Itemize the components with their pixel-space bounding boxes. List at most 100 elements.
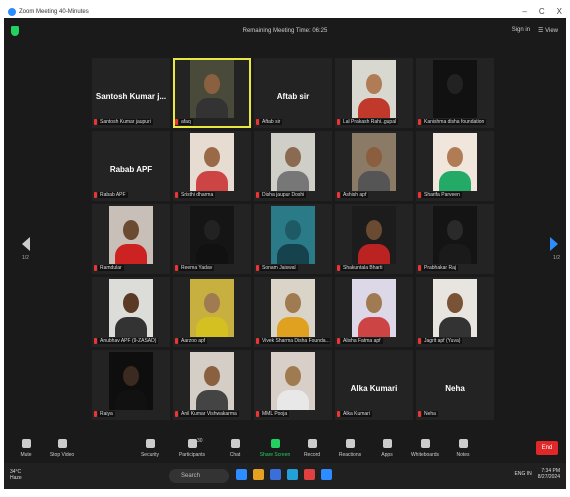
participant-label: Alisha Fatma apf <box>337 337 383 345</box>
participant-tile[interactable]: Sonam Jaiswal <box>254 204 332 274</box>
title-bar: Zoom Meeting 40-Minutes – C X <box>4 5 566 18</box>
participant-tile[interactable]: Alka Kumari Alka Kumari <box>335 350 413 420</box>
participant-tile[interactable]: Neha Neha <box>416 350 494 420</box>
weather-condition: Haze <box>10 475 22 481</box>
search-label: Search <box>181 473 201 479</box>
participant-video <box>352 279 396 337</box>
meeting-top-bar: Remaining Meeting Time: 06:25 Sign in ☰ … <box>4 18 566 44</box>
participant-display-name: Alka Kumari <box>350 384 398 393</box>
participant-tile[interactable]: Rabab APF Rabab APF <box>92 131 170 201</box>
participant-tile[interactable]: Santosh Kumar j... Santosh Kumar jaupuri <box>92 58 170 128</box>
apps-icon <box>382 439 392 448</box>
reactions-button[interactable]: Reactions <box>330 437 370 458</box>
muted-mic-icon <box>256 411 259 417</box>
restore-button[interactable]: C <box>539 7 545 16</box>
muted-mic-icon <box>337 119 340 125</box>
participant-tile[interactable]: Vivek Sharma Disha Founda... <box>254 277 332 347</box>
language-indicator[interactable]: ENG IN <box>515 471 532 477</box>
participant-name: Santosh Kumar jaupuri <box>98 119 153 125</box>
participant-name: Kanishma disha foundation <box>422 119 487 125</box>
store-icon[interactable] <box>270 469 281 480</box>
muted-mic-icon <box>418 265 421 271</box>
participant-tile[interactable]: Anil Kumar Vishwakarma <box>173 350 251 420</box>
muted-mic-icon <box>175 411 178 417</box>
participant-name: Prabhakar Raj <box>422 265 458 271</box>
participant-tile[interactable]: Sristhi dharma <box>173 131 251 201</box>
participant-label: Prabhakar Raj <box>418 264 458 272</box>
person-silhouette <box>358 317 390 337</box>
close-button[interactable]: X <box>557 7 562 16</box>
participant-tile[interactable]: Ashish apf <box>335 131 413 201</box>
next-page-arrow-icon[interactable] <box>550 237 558 251</box>
toolbar-label: Record <box>303 452 321 458</box>
muted-mic-icon <box>175 119 178 125</box>
view-button[interactable]: ☰ View <box>538 27 558 34</box>
apps-button[interactable]: Apps <box>367 437 407 458</box>
participant-name: Sonam Jaiswal <box>260 265 298 271</box>
muted-mic-icon <box>94 119 97 125</box>
participant-tile[interactable]: Reema Yadav <box>173 204 251 274</box>
participant-tile[interactable]: Disha jaupur Doshi <box>254 131 332 201</box>
participant-tile[interactable]: Aftab sir Aftab sir <box>254 58 332 128</box>
security-button[interactable]: Security <box>130 437 170 458</box>
region-text: IN <box>526 471 532 477</box>
participant-tile[interactable]: Lal Prakash Rahi..gupal <box>335 58 413 128</box>
minimize-button[interactable]: – <box>522 7 526 16</box>
participant-video <box>190 279 234 337</box>
zoom-app-icon[interactable] <box>321 469 332 480</box>
participants-button[interactable]: 30 Participants <box>172 437 212 458</box>
participant-tile[interactable]: Raiya <box>92 350 170 420</box>
muted-mic-icon <box>337 338 340 344</box>
muted-mic-icon <box>256 192 259 198</box>
end-meeting-button[interactable]: End <box>536 441 558 455</box>
prev-page-arrow-icon[interactable] <box>22 237 30 251</box>
participant-tile[interactable]: Alisha Fatma apf <box>335 277 413 347</box>
participant-tile[interactable]: Jagrit apf (Yuva) <box>416 277 494 347</box>
participant-tile[interactable]: Sharifa Parveen <box>416 131 494 201</box>
whiteboards-button[interactable]: Whiteboards <box>405 437 445 458</box>
sign-in-link[interactable]: Sign in <box>512 27 530 34</box>
participant-label: Ramdular <box>94 264 124 272</box>
stop-video-button[interactable]: Stop Video <box>42 437 82 458</box>
mute-button[interactable]: Mute <box>6 437 46 458</box>
chrome-icon[interactable] <box>304 469 315 480</box>
participant-name: Ashish apf <box>341 192 369 198</box>
person-silhouette <box>358 171 390 191</box>
share-screen-icon <box>270 439 280 448</box>
participant-tile[interactable]: MML Pooja <box>254 350 332 420</box>
participant-tile[interactable]: Aarzoo apf <box>173 277 251 347</box>
encryption-shield-icon[interactable] <box>11 26 19 36</box>
record-button[interactable]: Record <box>292 437 332 458</box>
participant-tile[interactable]: afaq <box>173 58 251 128</box>
participant-tile[interactable]: Kanishma disha foundation <box>416 58 494 128</box>
muted-mic-icon <box>94 411 97 417</box>
participant-video <box>271 206 315 264</box>
participant-video <box>433 60 477 118</box>
participant-tile[interactable]: Ramdular <box>92 204 170 274</box>
participant-video <box>271 133 315 191</box>
people-icon <box>187 439 197 448</box>
participant-tile[interactable]: Anubhav APF (9-ZASAD) <box>92 277 170 347</box>
file-explorer-icon[interactable] <box>253 469 264 480</box>
muted-mic-icon <box>256 265 259 271</box>
participant-tile[interactable]: Prabhakar Raj <box>416 204 494 274</box>
participant-name: Neha <box>422 411 438 417</box>
start-icon[interactable] <box>236 469 247 480</box>
weather-widget[interactable]: 34°C Haze <box>10 469 22 481</box>
clock[interactable]: 7:34 PM 8/27/2024 <box>538 468 560 480</box>
participant-video <box>433 206 477 264</box>
person-face <box>447 293 463 313</box>
share-screen-button[interactable]: Share Screen <box>255 437 295 458</box>
participant-tile[interactable]: Shakuntala Bharti <box>335 204 413 274</box>
muted-mic-icon <box>337 192 340 198</box>
notes-button[interactable]: Notes <box>443 437 483 458</box>
participant-label: Raiya <box>94 410 115 418</box>
participant-count: 30 <box>197 438 203 444</box>
system-tray: ENG IN 7:34 PM 8/27/2024 <box>515 468 560 480</box>
person-silhouette <box>196 171 228 191</box>
chat-button[interactable]: Chat <box>215 437 255 458</box>
taskbar-search[interactable]: Search <box>169 469 229 483</box>
person-silhouette <box>196 317 228 337</box>
edge-icon[interactable] <box>287 469 298 480</box>
person-face <box>447 220 463 240</box>
